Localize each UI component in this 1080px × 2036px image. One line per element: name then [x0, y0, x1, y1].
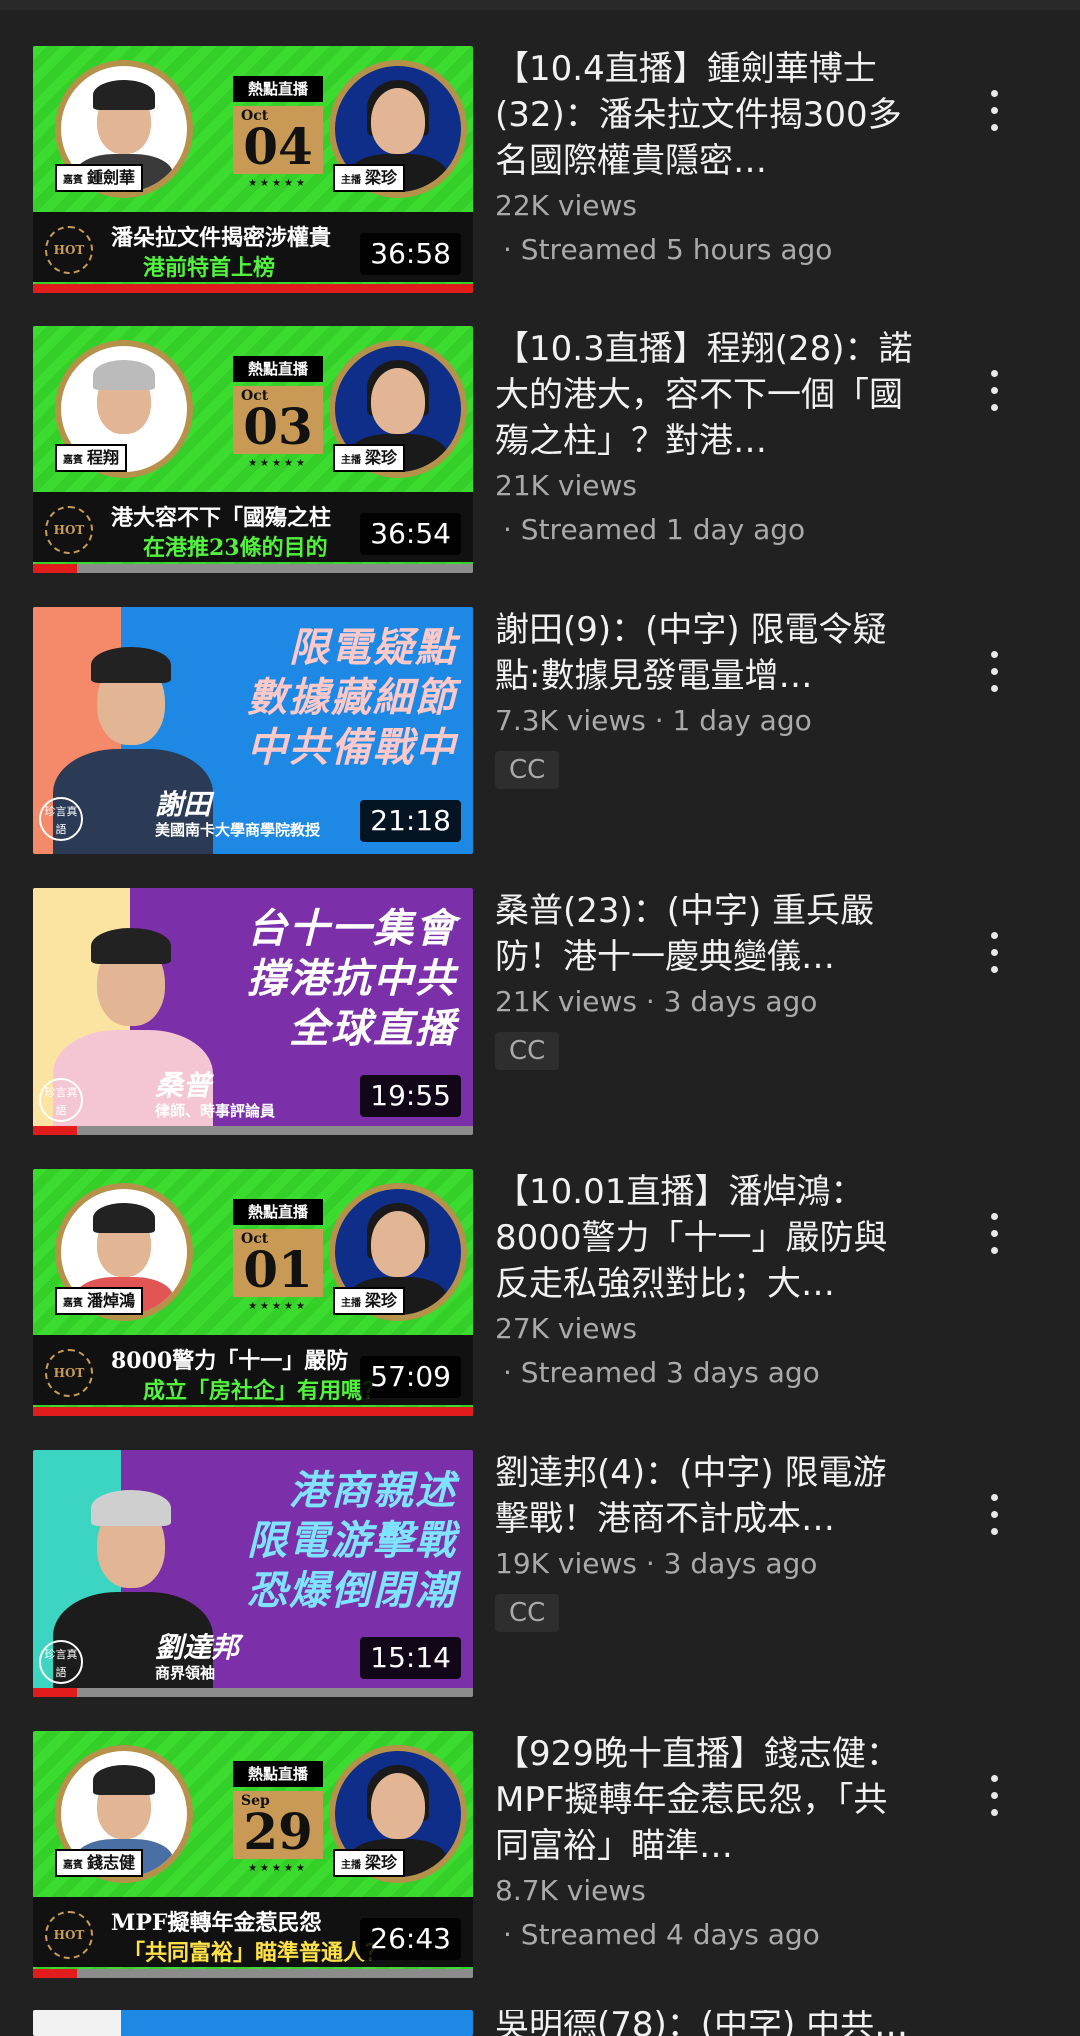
guest-title: 商界領袖 — [155, 1664, 216, 1682]
video-item[interactable]: 嘉賓 潘焯鴻 熱點直播 Oct 01 ★★★★★ 主播 梁珍 HOT 8000警力「十… — [0, 1169, 1080, 1429]
video-item[interactable]: 嘉賓 錢志健 熱點直播 Sep 29 ★★★★★ 主播 梁珍 HOT MPF擬轉年金惹… — [0, 1731, 1080, 1991]
more-vert-icon[interactable] — [974, 86, 1014, 136]
guest-title: 律師、時事評論員 — [155, 1102, 276, 1120]
watch-progress — [33, 1969, 473, 1978]
cc-badge: CC — [495, 751, 560, 789]
video-item[interactable]: 港商親述 限電游擊戰 恐爆倒閉潮 劉達邦 商界領袖 珍言真語 15:14 劉達邦… — [0, 1450, 1080, 1710]
more-vert-icon[interactable] — [974, 1209, 1014, 1259]
video-title[interactable]: 【929晚十直播】錢志健：MPF擬轉年金惹民怨，「共同富裕」瞄準… — [495, 1731, 915, 1869]
video-title[interactable]: 【10.01直播】潘焯鴻：8000警力「十一」嚴防與反走私強烈對比；大… — [495, 1169, 915, 1307]
video-meta: 19K views · 3 days ago — [495, 1547, 818, 1580]
thumbnail-headline: 限電疑點 數據藏細節 中共備戰中 — [247, 625, 457, 771]
video-meta: 21K views · 3 days ago — [495, 985, 818, 1018]
more-vert-icon[interactable] — [974, 647, 1014, 697]
video-title[interactable]: 【10.4直播】鍾劍華博士(32)：潘朵拉文件揭300多名國際權貴隱密… — [495, 46, 915, 184]
thumbnail-headline: 港商親述 限電游擊戰 恐爆倒閉潮 — [247, 1468, 457, 1614]
view-count: 22K views — [495, 189, 637, 222]
guest-nameplate: 嘉賓 鍾劍華 — [55, 164, 144, 192]
watch-progress — [33, 1407, 473, 1416]
video-title[interactable]: 吳明德(78)：(中字) 中共… — [495, 2010, 915, 2036]
channel-logo: 珍言真語 — [39, 1640, 83, 1684]
guest-name: 桑普 — [155, 1069, 212, 1102]
guest-name: 劉達邦 — [155, 1631, 240, 1664]
watch-progress — [33, 564, 473, 573]
streamed-time: · Streamed 3 days ago — [503, 1356, 820, 1389]
video-item[interactable]: 台十一集會 撐港抗中共 全球直播 桑普 律師、時事評論員 珍言真語 19:55 … — [0, 888, 1080, 1148]
live-date-card: 熱點直播 Oct 03 ★★★★★ — [233, 356, 323, 478]
video-item-partial[interactable]: 吳明德(78)：(中字) 中共… — [0, 2010, 1080, 2036]
video-title[interactable]: 桑普(23)：(中字) 重兵嚴防！港十一慶典變儀… — [495, 888, 915, 980]
guest-title: 美國南卡大學商學院教授 — [155, 821, 321, 839]
video-item[interactable]: 限電疑點 數據藏細節 中共備戰中 謝田 美國南卡大學商學院教授 珍言真語 21:… — [0, 607, 1080, 867]
streamed-time: · Streamed 4 days ago — [503, 1918, 820, 1951]
view-count: 21K views — [495, 469, 637, 502]
hot-badge: HOT — [45, 1349, 93, 1397]
watch-progress — [33, 1688, 473, 1697]
cc-badge: CC — [495, 1032, 560, 1070]
duration-badge: 19:55 — [360, 1075, 461, 1117]
video-thumbnail[interactable]: 嘉賓 潘焯鴻 熱點直播 Oct 01 ★★★★★ 主播 梁珍 HOT 8000警力「十… — [33, 1169, 473, 1416]
video-thumbnail[interactable]: 港商親述 限電游擊戰 恐爆倒閉潮 劉達邦 商界領袖 珍言真語 15:14 — [33, 1450, 473, 1697]
view-count: 8.7K views — [495, 1874, 646, 1907]
host-nameplate: 主播 梁珍 — [333, 444, 406, 472]
video-meta: 7.3K views · 1 day ago — [495, 704, 812, 737]
video-item[interactable]: 嘉賓 程翔 熱點直播 Oct 03 ★★★★★ 主播 梁珍 HOT 港大容不下「國殤之… — [0, 326, 1080, 586]
guest-nameplate: 嘉賓 潘焯鴻 — [55, 1287, 144, 1315]
channel-logo: 珍言真語 — [39, 797, 83, 841]
video-thumbnail[interactable]: 台十一集會 撐港抗中共 全球直播 桑普 律師、時事評論員 珍言真語 19:55 — [33, 888, 473, 1135]
live-date-card: 熱點直播 Oct 04 ★★★★★ — [233, 76, 323, 198]
view-count: 27K views — [495, 1312, 637, 1345]
hot-badge: HOT — [45, 1911, 93, 1959]
top-bar — [0, 0, 1080, 10]
duration-badge: 21:18 — [360, 800, 461, 842]
watch-progress — [33, 1126, 473, 1135]
hot-badge: HOT — [45, 506, 93, 554]
video-thumbnail[interactable]: 嘉賓 錢志健 熱點直播 Sep 29 ★★★★★ 主播 梁珍 HOT MPF擬轉年金惹… — [33, 1731, 473, 1978]
channel-logo: 珍言真語 — [39, 1078, 83, 1122]
video-title[interactable]: 【10.3直播】程翔(28)：諾大的港大，容不下一個「國殤之柱」？對港… — [495, 326, 915, 464]
host-nameplate: 主播 梁珍 — [333, 164, 406, 192]
video-thumbnail[interactable] — [33, 2010, 473, 2036]
guest-name: 謝田 — [155, 788, 212, 821]
duration-badge: 26:43 — [360, 1918, 461, 1960]
more-vert-icon[interactable] — [974, 1490, 1014, 1540]
more-vert-icon[interactable] — [974, 928, 1014, 978]
more-vert-icon[interactable] — [974, 366, 1014, 416]
duration-badge: 36:58 — [360, 233, 461, 275]
video-title[interactable]: 謝田(9)：(中字) 限電令疑點:數據見發電量增… — [495, 607, 915, 699]
video-thumbnail[interactable]: 嘉賓 鍾劍華 熱點直播 Oct 04 ★★★★★ 主播 梁珍 HOT 潘朵拉文件揭密涉… — [33, 46, 473, 293]
video-item[interactable]: 嘉賓 鍾劍華 熱點直播 Oct 04 ★★★★★ 主播 梁珍 HOT 潘朵拉文件揭密涉… — [0, 46, 1080, 306]
watch-progress — [33, 284, 473, 293]
guest-nameplate: 嘉賓 錢志健 — [55, 1849, 144, 1877]
host-nameplate: 主播 梁珍 — [333, 1287, 406, 1315]
live-date-card: 熱點直播 Oct 01 ★★★★★ — [233, 1199, 323, 1321]
cc-badge: CC — [495, 1594, 560, 1632]
video-title[interactable]: 劉達邦(4)：(中字) 限電游擊戰！港商不計成本… — [495, 1450, 915, 1542]
streamed-time: · Streamed 5 hours ago — [503, 233, 833, 266]
duration-badge: 36:54 — [360, 513, 461, 555]
live-date-card: 熱點直播 Sep 29 ★★★★★ — [233, 1761, 323, 1883]
guest-nameplate: 嘉賓 程翔 — [55, 444, 128, 472]
duration-badge: 15:14 — [360, 1637, 461, 1679]
duration-badge: 57:09 — [360, 1356, 461, 1398]
thumbnail-headline: 台十一集會 撐港抗中共 全球直播 — [247, 906, 457, 1052]
hot-badge: HOT — [45, 226, 93, 274]
video-thumbnail[interactable]: 限電疑點 數據藏細節 中共備戰中 謝田 美國南卡大學商學院教授 珍言真語 21:… — [33, 607, 473, 854]
more-vert-icon[interactable] — [974, 1771, 1014, 1821]
streamed-time: · Streamed 1 day ago — [503, 513, 806, 546]
host-nameplate: 主播 梁珍 — [333, 1849, 406, 1877]
video-thumbnail[interactable]: 嘉賓 程翔 熱點直播 Oct 03 ★★★★★ 主播 梁珍 HOT 港大容不下「國殤之… — [33, 326, 473, 573]
